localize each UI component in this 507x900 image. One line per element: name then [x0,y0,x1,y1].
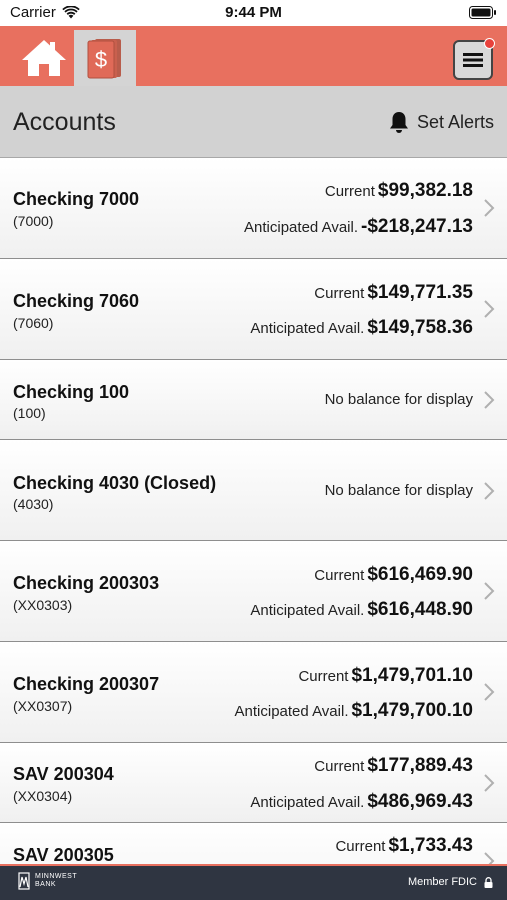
anticipated-balance: Anticipated Avail. $616,448.90 [250,599,473,621]
account-row[interactable]: Checking 100 (100) No balance for displa… [0,360,507,440]
no-balance-text: No balance for display [324,482,473,499]
page-title: Accounts [13,108,116,136]
current-label: Current [314,567,365,584]
account-row[interactable]: SAV 200305 Current $1,733.43 [0,823,507,864]
current-balance: Current $1,479,701.10 [298,665,473,687]
home-button[interactable] [16,34,72,82]
anticipated-balance: Anticipated Avail. -$218,247.13 [244,216,473,238]
dollar-book-icon: $ [87,39,121,79]
anticipated-label: Anticipated Avail. [234,703,349,720]
svg-text:$: $ [95,47,107,72]
home-icon [22,40,66,76]
anticipated-value: $486,969.43 [367,791,473,812]
account-number: (7060) [13,315,54,331]
anticipated-value: $1,479,700.10 [351,700,473,721]
anticipated-label: Anticipated Avail. [250,794,365,811]
account-name: SAV 200304 [13,764,114,784]
current-label: Current [324,183,375,200]
chevron-right-icon [484,482,495,500]
chevron-right-icon [484,774,495,792]
footer-bar: MINNWEST BANK Member FDIC [0,864,507,900]
account-row[interactable]: Checking 7000 (7000) Current $99,382.18 … [0,158,507,259]
current-value: $149,771.35 [367,282,473,303]
top-nav-bar: $ [0,26,507,86]
anticipated-label: Anticipated Avail. [250,320,365,337]
account-number: (100) [13,405,46,421]
account-row[interactable]: SAV 200304 (XX0304) Current $177,889.43 … [0,743,507,823]
accounts-nav-button[interactable]: $ [74,30,136,86]
member-fdic: Member FDIC [408,876,493,888]
account-number: (XX0303) [13,597,73,613]
current-label: Current [298,668,349,685]
current-balance: Current $177,889.43 [314,755,473,777]
account-row[interactable]: Checking 200303 (XX0303) Current $616,46… [0,541,507,642]
account-name: Checking 100 [13,382,130,402]
anticipated-label: Anticipated Avail. [250,602,365,619]
current-label: Current [314,758,365,775]
hamburger-menu-icon [463,53,483,67]
anticipated-label: Anticipated Avail. [244,219,358,236]
current-value: $1,479,701.10 [351,665,473,686]
current-balance: Current $99,382.18 [325,180,473,202]
bank-logo-text: MINNWEST BANK [35,873,77,889]
lock-icon [484,876,493,888]
set-alerts-label: Set Alerts [416,111,494,132]
anticipated-balance: Anticipated Avail. $1,479,700.10 [235,700,473,722]
account-name: Checking 200303 [13,573,160,593]
account-number: (7000) [13,213,54,229]
bank-logo: MINNWEST BANK [18,872,77,890]
account-name: Checking 7060 [13,291,140,311]
account-number: (XX0304) [13,788,73,804]
bank-logo-mark-icon [18,872,30,890]
chevron-right-icon [484,683,495,701]
bank-logo-line2: BANK [35,881,57,888]
anticipated-value: -$218,247.13 [361,216,473,237]
anticipated-value: $616,448.90 [367,599,473,620]
status-bar: Carrier 9:44 PM [0,0,507,26]
battery-icon [469,6,496,19]
anticipated-value: $149,758.36 [367,317,473,338]
chevron-right-icon [484,391,495,409]
account-name: Checking 7000 [13,189,140,209]
bank-logo-line1: MINNWEST [35,873,78,880]
chevron-right-icon [484,300,495,318]
current-value: $99,382.18 [377,180,473,201]
anticipated-balance: Anticipated Avail. $149,758.36 [250,317,473,339]
notification-dot [484,38,495,49]
current-balance: Current $616,469.90 [314,564,473,586]
account-name: SAV 200305 [13,845,114,864]
no-balance-text: No balance for display [324,391,473,408]
current-value: $616,469.90 [367,564,473,585]
anticipated-balance: Anticipated Avail. $486,969.43 [250,791,473,813]
current-value: $177,889.43 [367,755,473,776]
member-fdic-text: Member FDIC [407,876,477,888]
account-row[interactable]: Checking 4030 (Closed) (4030) No balance… [0,440,507,541]
current-balance: Current $149,771.35 [314,282,473,304]
account-name: Checking 200307 [13,674,160,694]
account-name: Checking 4030 (Closed) [13,473,217,493]
current-label: Current [335,838,386,855]
status-time: 9:44 PM [225,4,282,21]
chevron-right-icon [484,582,495,600]
bell-icon [389,112,408,133]
menu-button[interactable] [453,38,495,80]
account-row[interactable]: Checking 7060 (7060) Current $149,771.35… [0,259,507,360]
account-number: (XX0307) [13,698,73,714]
set-alerts-button[interactable]: Set Alerts [387,110,494,134]
current-balance: Current $1,733.43 [335,835,473,857]
page-header: Accounts Set Alerts [0,86,507,158]
current-value: $1,733.43 [388,835,473,856]
chevron-right-icon [484,199,495,217]
current-label: Current [314,285,365,302]
chevron-right-icon [484,852,495,864]
account-number: (4030) [13,496,54,512]
accounts-list: Checking 7000 (7000) Current $99,382.18 … [0,158,507,864]
account-row[interactable]: Checking 200307 (XX0307) Current $1,479,… [0,642,507,743]
